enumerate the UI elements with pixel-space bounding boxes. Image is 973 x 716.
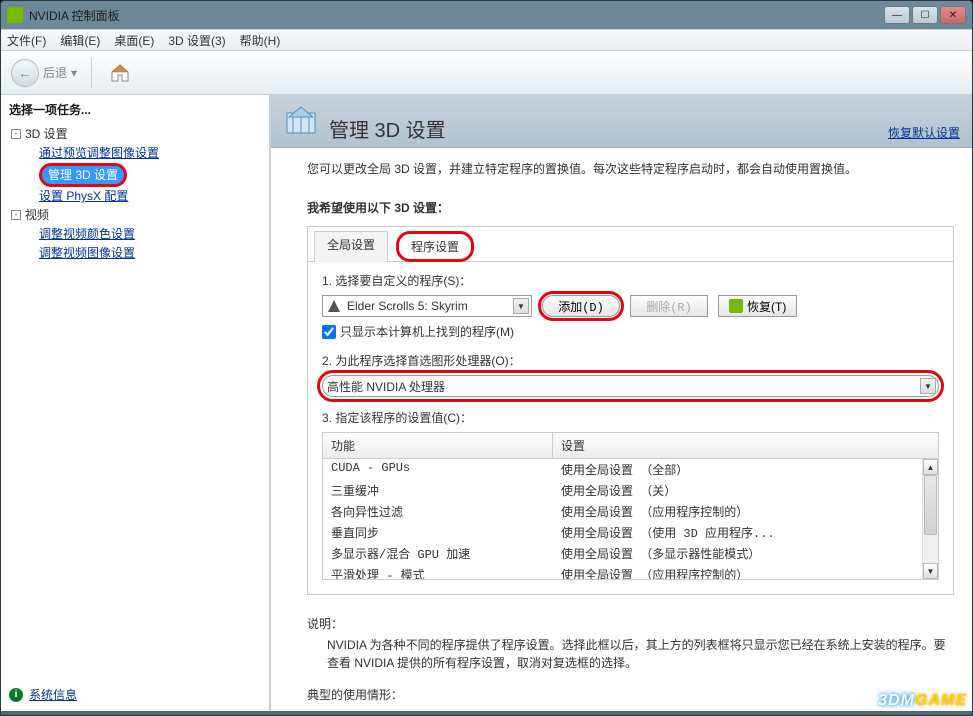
restore-button[interactable]: 恢复(T) [718, 295, 797, 317]
dropdown-arrow-icon: ▼ [513, 298, 529, 314]
scroll-up-button[interactable]: ▲ [923, 459, 938, 475]
scroll-down-button[interactable]: ▼ [923, 563, 938, 579]
home-icon [109, 62, 131, 84]
step1-label: 1. 选择要自定义的程序(S)： [322, 272, 939, 289]
step2-label: 2. 为此程序选择首选图形处理器(O)： [322, 352, 939, 369]
watermark-part1: 3DM [878, 692, 915, 709]
table-row[interactable]: 多显示器/混合 GPU 加速使用全局设置 （多显示器性能模式） [323, 543, 938, 564]
description-label: 说明： [307, 615, 954, 632]
add-button[interactable]: 添加(D) [542, 295, 620, 317]
setting-cell: 使用全局设置 （全部） [553, 459, 938, 480]
maximize-button[interactable]: ☐ [912, 6, 938, 24]
watermark-part2: GAME [915, 692, 967, 709]
content-header: 管理 3D 设置 恢复默认设置 [271, 95, 972, 148]
setting-cell: 使用全局设置 （关） [553, 480, 938, 501]
menu-file[interactable]: 文件(F) [7, 32, 46, 49]
feature-cell: 多显示器/混合 GPU 加速 [323, 543, 553, 564]
tree-item-manage-3d[interactable]: 管理 3D 设置 [39, 163, 127, 187]
sidebar-title: 选择一项任务... [5, 101, 265, 118]
dropdown-arrow-icon: ▼ [920, 378, 936, 394]
table-scrollbar[interactable]: ▲ ▼ [922, 459, 938, 579]
menubar: 文件(F) 编辑(E) 桌面(E) 3D 设置(3) 帮助(H) [1, 29, 972, 51]
tab-program[interactable]: 程序设置 [396, 231, 474, 262]
only-found-programs-checkbox[interactable] [322, 325, 336, 339]
menu-desktop[interactable]: 桌面(E) [114, 32, 154, 49]
tree-item-physx[interactable]: 设置 PhysX 配置 [39, 187, 128, 204]
program-select-value: Elder Scrolls 5: Skyrim [347, 299, 468, 313]
tree-3d-settings[interactable]: 3D 设置 [25, 125, 68, 142]
settings-panel: 全局设置 程序设置 1. 选择要自定义的程序(S)： Eld [307, 226, 954, 595]
gpu-select[interactable]: 高性能 NVIDIA 处理器 ▼ [322, 375, 939, 397]
remove-button: 删除(R) [630, 295, 708, 317]
settings-table: 功能 设置 CUDA - GPUs使用全局设置 （全部）三重缓冲使用全局设置 （… [322, 432, 939, 580]
col-setting-header[interactable]: 设置 [553, 433, 938, 458]
titlebar: NVIDIA 控制面板 — ☐ ✕ [1, 1, 972, 29]
close-button[interactable]: ✕ [940, 6, 966, 24]
toolbar-separator [91, 58, 92, 88]
back-button[interactable]: ← 后退 ▾ [11, 59, 77, 87]
tabs: 全局设置 程序设置 [308, 226, 953, 262]
tab-global[interactable]: 全局设置 [314, 231, 388, 262]
table-row[interactable]: 三重缓冲使用全局设置 （关） [323, 480, 938, 501]
feature-cell: 三重缓冲 [323, 480, 553, 501]
tree-item-video-image[interactable]: 调整视频图像设置 [39, 244, 135, 261]
program-select[interactable]: Elder Scrolls 5: Skyrim ▼ [322, 295, 532, 317]
table-row[interactable]: 平滑处理 - 模式使用全局设置 （应用程序控制的） [323, 564, 938, 579]
feature-cell: CUDA - GPUs [323, 459, 553, 480]
toolbar: ← 后退 ▾ [1, 51, 972, 95]
back-dropdown-icon[interactable]: ▾ [71, 66, 77, 80]
sidebar: 选择一项任务... - 3D 设置 通过预览调整图像设置 管理 3D 设置 设置… [1, 95, 271, 711]
back-arrow-icon: ← [11, 59, 39, 87]
tree-item-preview-adjust[interactable]: 通过预览调整图像设置 [39, 144, 159, 161]
restore-defaults-link[interactable]: 恢复默认设置 [888, 124, 960, 143]
header-icon [283, 103, 319, 139]
menu-3d-settings[interactable]: 3D 设置(3) [168, 32, 225, 49]
feature-cell: 平滑处理 - 模式 [323, 564, 553, 579]
window-title: NVIDIA 控制面板 [29, 7, 120, 24]
tree-toggle-3d[interactable]: - [11, 129, 21, 139]
nvidia-icon [7, 7, 23, 23]
minimize-button[interactable]: — [884, 6, 910, 24]
setting-cell: 使用全局设置 （使用 3D 应用程序... [553, 522, 938, 543]
system-info-link[interactable]: i 系统信息 [9, 686, 77, 703]
scroll-track[interactable] [923, 475, 938, 563]
description-text: NVIDIA 为各种不同的程序提供了程序设置。选择此框以后，其上方的列表框将只显… [307, 632, 954, 680]
content-area: 您可以更改全局 3D 设置，并建立特定程序的置换值。每次这些特定程序启动时，都会… [271, 148, 972, 711]
info-icon: i [9, 688, 23, 702]
menu-edit[interactable]: 编辑(E) [60, 32, 100, 49]
scroll-thumb[interactable] [924, 475, 937, 535]
menu-help[interactable]: 帮助(H) [240, 32, 281, 49]
setting-cell: 使用全局设置 （多显示器性能模式） [553, 543, 938, 564]
home-button[interactable] [106, 59, 134, 87]
task-tree: - 3D 设置 通过预览调整图像设置 管理 3D 设置 设置 PhysX 配置 … [5, 124, 265, 262]
feature-cell: 各向异性过滤 [323, 501, 553, 522]
restore-button-label: 恢复(T) [747, 298, 786, 315]
only-found-programs-label: 只显示本计算机上找到的程序(M) [340, 323, 514, 340]
table-row[interactable]: 垂直同步使用全局设置 （使用 3D 应用程序... [323, 522, 938, 543]
intro-text: 您可以更改全局 3D 设置，并建立特定程序的置换值。每次这些特定程序启动时，都会… [307, 160, 954, 177]
tree-toggle-video[interactable]: - [11, 210, 21, 220]
usage-label: 典型的使用情形： [307, 686, 954, 703]
tree-item-video-color[interactable]: 调整视频颜色设置 [39, 225, 135, 242]
system-info-label: 系统信息 [29, 686, 77, 703]
page-title: 管理 3D 设置 [329, 114, 446, 143]
col-feature-header[interactable]: 功能 [323, 433, 553, 458]
feature-cell: 垂直同步 [323, 522, 553, 543]
setting-cell: 使用全局设置 （应用程序控制的） [553, 501, 938, 522]
back-label: 后退 [43, 64, 67, 81]
setting-cell: 使用全局设置 （应用程序控制的） [553, 564, 938, 579]
step3-label: 3. 指定该程序的设置值(C)： [322, 409, 939, 426]
section-title: 我希望使用以下 3D 设置： [307, 199, 954, 216]
gpu-select-value: 高性能 NVIDIA 处理器 [327, 378, 445, 395]
skyrim-icon [327, 299, 341, 313]
watermark: 3DMGAME [878, 692, 967, 710]
tree-video[interactable]: 视频 [25, 206, 49, 223]
table-row[interactable]: 各向异性过滤使用全局设置 （应用程序控制的） [323, 501, 938, 522]
nvidia-logo-icon [729, 299, 743, 313]
table-row[interactable]: CUDA - GPUs使用全局设置 （全部） [323, 459, 938, 480]
